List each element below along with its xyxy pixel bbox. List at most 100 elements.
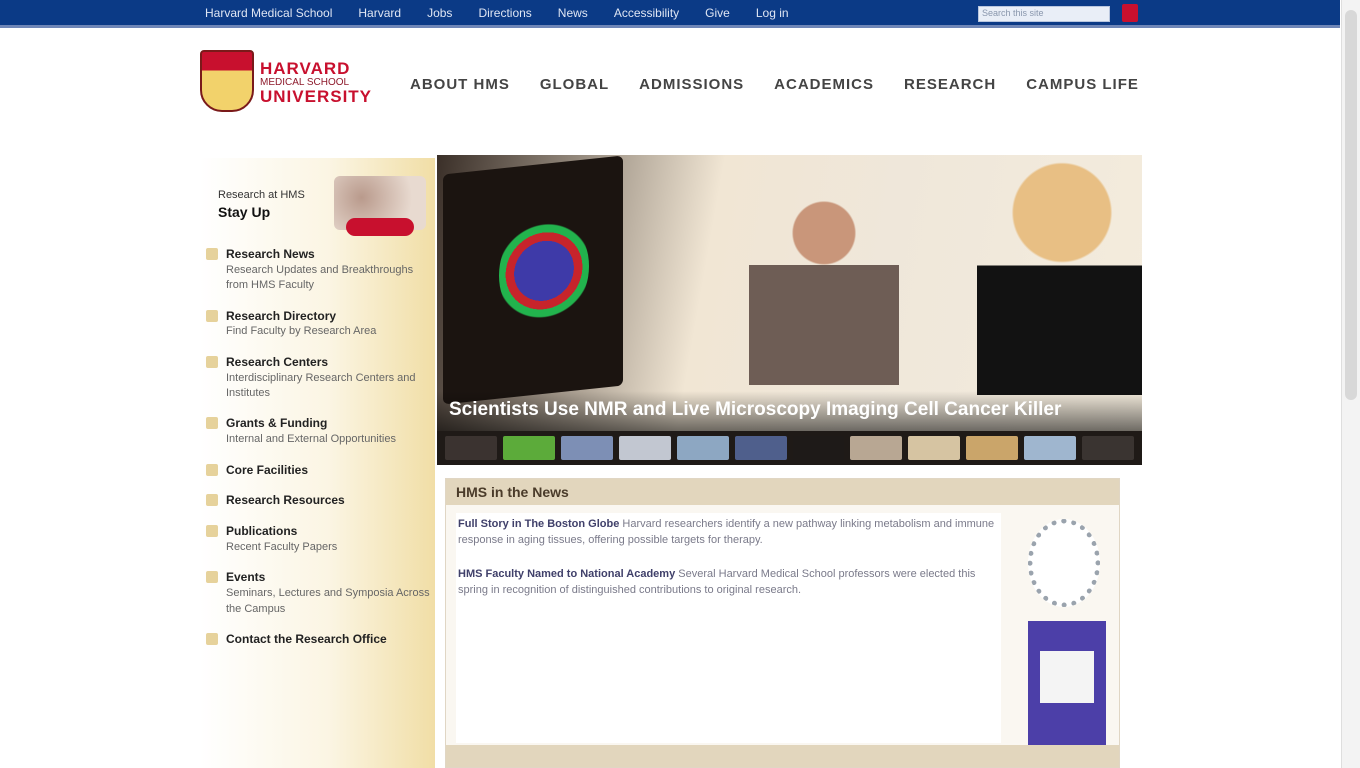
- hero-thumbnail[interactable]: [1082, 436, 1135, 460]
- hero-monitor-image: [443, 155, 623, 405]
- nav-item-about[interactable]: ABOUT HMS: [410, 76, 510, 93]
- news-footer-bar: [446, 745, 1119, 767]
- list-item[interactable]: Publications Recent Faculty Papers: [206, 523, 430, 555]
- hero-thumbnail[interactable]: [560, 436, 613, 460]
- list-item-text: Grants & Funding Internal and External Op…: [226, 415, 396, 447]
- list-item-text: Events Seminars, Lectures and Symposia Ac…: [226, 569, 430, 617]
- utility-link-directions[interactable]: Directions: [478, 6, 531, 20]
- bullet-icon: [206, 355, 218, 368]
- seal-badge[interactable]: [1028, 519, 1100, 607]
- list-item-title: Research Resources: [226, 493, 345, 508]
- cell-image: [499, 211, 589, 331]
- site-logo[interactable]: HARVARD MEDICAL SCHOOL UNIVERSITY: [200, 50, 390, 116]
- news-item[interactable]: Full Story in The Boston Globe Harvard r…: [458, 517, 999, 549]
- promo-button[interactable]: [346, 218, 414, 236]
- publication-badge[interactable]: [1028, 621, 1106, 747]
- promo-title: Stay Up: [218, 203, 271, 220]
- list-item[interactable]: Research News Research Updates and Breakt…: [206, 246, 430, 294]
- utility-link-give[interactable]: Give: [705, 6, 730, 20]
- bullet-icon: [206, 494, 218, 507]
- list-item-text: Research Centers Interdisciplinary Resear…: [226, 354, 430, 402]
- hero-thumbnail[interactable]: [502, 436, 555, 460]
- hero-banner[interactable]: Scientists Use NMR and Live Microscopy I…: [437, 155, 1142, 465]
- hero-caption-bar: Scientists Use NMR and Live Microscopy I…: [437, 391, 1142, 431]
- list-item-title: Research Directory: [226, 308, 337, 323]
- logo-line-3: UNIVERSITY: [260, 87, 373, 107]
- bullet-icon: [206, 309, 218, 322]
- hero-thumbnail[interactable]: [908, 436, 961, 460]
- scrollbar-thumb[interactable]: [1345, 10, 1357, 400]
- search-input[interactable]: Search this site: [978, 6, 1110, 22]
- utility-link-accessibility[interactable]: Accessibility: [614, 6, 679, 20]
- promo-text: Research at HMS Stay Up: [218, 188, 305, 222]
- list-item-text: Publications Recent Faculty Papers: [226, 523, 337, 555]
- list-item-desc: Seminars, Lectures and Symposia Across t…: [226, 587, 430, 615]
- news-list: Full Story in The Boston Globe Harvard r…: [456, 513, 1001, 743]
- hero-caption[interactable]: Scientists Use NMR and Live Microscopy I…: [449, 399, 1061, 421]
- hero-thumbnail[interactable]: [618, 436, 671, 460]
- main-navigation: ABOUT HMS GLOBAL ADMISSIONS ACADEMICS RE…: [410, 76, 1139, 93]
- hero-thumbnail[interactable]: [1024, 436, 1077, 460]
- list-item[interactable]: Contact the Research Office: [206, 631, 430, 648]
- hero-thumbnail[interactable]: [966, 436, 1019, 460]
- list-item-text: Research News Research Updates and Breakt…: [226, 246, 430, 294]
- news-box: HMS in the News Full Story in The Boston…: [445, 478, 1120, 768]
- list-item-title: Research News: [226, 247, 315, 261]
- hero-thumbnail[interactable]: [792, 436, 845, 460]
- list-item-title: Publications: [226, 524, 298, 539]
- list-item-desc: Recent Faculty Papers: [226, 540, 338, 553]
- utility-link-jobs[interactable]: Jobs: [427, 6, 452, 20]
- hero-person-1: [749, 185, 899, 385]
- bullet-icon: [206, 525, 218, 538]
- list-item-title: Core Facilities: [226, 462, 309, 477]
- list-item[interactable]: Core Facilities: [206, 462, 430, 479]
- list-item[interactable]: Research Directory Find Faculty by Resear…: [206, 308, 430, 340]
- list-item-desc: Find Faculty by Research Area: [226, 325, 377, 338]
- page-scrollbar[interactable]: [1341, 0, 1360, 768]
- list-item-title: Events: [226, 570, 266, 585]
- list-item-desc: Interdisciplinary Research Centers and I…: [226, 371, 416, 399]
- list-item-title: Contact the Research Office: [226, 631, 387, 646]
- list-item-title: Research Centers: [226, 354, 329, 369]
- nav-item-research[interactable]: RESEARCH: [904, 76, 996, 93]
- bullet-icon: [206, 632, 218, 645]
- list-item-text: Research Resources: [226, 492, 345, 509]
- hero-thumbnail-strip: [437, 431, 1142, 465]
- nav-item-admissions[interactable]: ADMISSIONS: [639, 76, 744, 93]
- list-item-text: Contact the Research Office: [226, 631, 387, 648]
- list-item[interactable]: Events Seminars, Lectures and Symposia Ac…: [206, 569, 430, 617]
- search-button[interactable]: [1122, 4, 1138, 22]
- sidebar-promo[interactable]: Research at HMS Stay Up: [208, 172, 430, 236]
- news-item[interactable]: HMS Faculty Named to National Academy Se…: [458, 567, 999, 599]
- utility-link-login[interactable]: Log in: [756, 6, 789, 20]
- hero-thumbnail[interactable]: [850, 436, 903, 460]
- utility-link-hms[interactable]: Harvard Medical School: [205, 6, 332, 20]
- news-item-lead[interactable]: HMS Faculty Named to National Academy: [458, 568, 675, 580]
- hero-thumbnail[interactable]: [445, 436, 497, 460]
- utility-link-news[interactable]: News: [558, 6, 588, 20]
- bullet-icon: [206, 571, 218, 584]
- list-item[interactable]: Grants & Funding Internal and External Op…: [206, 415, 430, 447]
- hero-person-2: [977, 155, 1142, 395]
- logo-line-1: HARVARD: [260, 58, 351, 78]
- utility-links: Harvard Medical School Harvard Jobs Dire…: [205, 6, 789, 20]
- left-sidebar: Research at HMS Stay Up Research News Res…: [200, 158, 435, 768]
- bullet-icon: [206, 417, 218, 430]
- news-item-lead[interactable]: Full Story in The Boston Globe: [458, 518, 619, 530]
- list-item-text: Research Directory Find Faculty by Resear…: [226, 308, 376, 340]
- bullet-icon: [206, 248, 218, 260]
- list-item[interactable]: Research Resources: [206, 492, 430, 509]
- hero-thumbnail[interactable]: [676, 436, 729, 460]
- utility-link-harvard[interactable]: Harvard: [358, 6, 401, 20]
- list-item-desc: Research Updates and Breakthroughs from …: [226, 263, 414, 292]
- list-item-text: Core Facilities: [226, 462, 308, 479]
- nav-item-academics[interactable]: ACADEMICS: [774, 76, 874, 93]
- list-item[interactable]: Research Centers Interdisciplinary Resear…: [206, 354, 430, 402]
- promo-small-label: Research at HMS: [218, 189, 305, 201]
- nav-item-campus-life[interactable]: CAMPUS LIFE: [1026, 76, 1139, 93]
- list-item-title: Grants & Funding: [226, 416, 328, 431]
- top-utility-bar: Harvard Medical School Harvard Jobs Dire…: [0, 0, 1340, 28]
- nav-item-global[interactable]: GLOBAL: [540, 76, 609, 93]
- list-item-desc: Internal and External Opportunities: [226, 433, 396, 446]
- hero-thumbnail[interactable]: [734, 436, 787, 460]
